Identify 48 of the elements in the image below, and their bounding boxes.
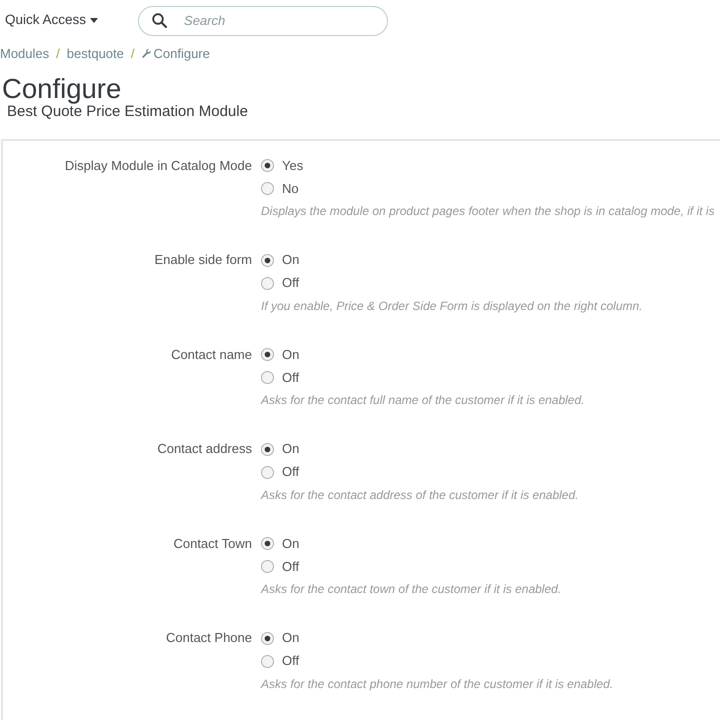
search-field[interactable]: Search	[138, 6, 388, 36]
radio-option[interactable]: No	[261, 177, 299, 200]
help-text: If you enable, Price & Order Side Form is displayed on the right column.	[261, 298, 643, 314]
page-subtitle: Best Quote Price Estimation Module	[7, 103, 248, 120]
help-text: Asks for the contact town of the customer if it is enabled.	[261, 581, 562, 598]
help-text: Asks for the contact full name of the customer if it is enabled.	[261, 392, 584, 409]
radio-selected-icon[interactable]	[261, 254, 274, 266]
radio-selected-icon[interactable]	[261, 632, 274, 644]
breadcrumb-separator: /	[56, 45, 60, 64]
page-title: Configure	[2, 74, 122, 103]
setting-label: Contact Phone	[166, 629, 252, 648]
help-text: Asks for the contact address of the customer if it is enabled.	[261, 486, 578, 504]
setting-label: Contact address	[157, 440, 252, 458]
radio-option[interactable]: On	[261, 343, 300, 366]
radio-icon[interactable]	[261, 276, 274, 290]
quick-access-button[interactable]: Quick Access	[5, 10, 98, 31]
radio-icon[interactable]	[261, 371, 274, 384]
setting-label: Contact Town	[173, 534, 252, 553]
caret-icon	[90, 18, 98, 23]
radio-option[interactable]: Off	[261, 650, 300, 672]
wrench-icon	[142, 49, 150, 59]
radio-option[interactable]: Off	[261, 366, 300, 389]
setting-label: Display Module in Catalog Mode	[64, 156, 252, 175]
radio-icon[interactable]	[261, 466, 274, 478]
radio-option[interactable]: Off	[261, 272, 300, 294]
radio-option[interactable]: On	[261, 438, 300, 460]
radio-icon[interactable]	[261, 560, 274, 573]
breadcrumb-current: Configure	[154, 45, 210, 64]
search-icon	[152, 12, 168, 28]
radio-option[interactable]: Yes	[261, 154, 304, 177]
radio-option[interactable]: On	[261, 532, 300, 555]
breadcrumb-link[interactable]: bestquote	[66, 44, 124, 64]
radio-option[interactable]: Off	[261, 460, 300, 484]
setting-label: Contact name	[171, 346, 252, 364]
radio-selected-icon[interactable]	[261, 442, 274, 456]
radio-icon[interactable]	[261, 654, 274, 668]
radio-selected-icon[interactable]	[261, 159, 274, 172]
radio-icon[interactable]	[261, 182, 274, 195]
setting-label: Enable side form	[154, 251, 252, 270]
breadcrumb-separator: /	[130, 45, 134, 64]
help-text: Displays the module on product pages footer when the shop is in catalog mode, if it is	[261, 203, 715, 220]
radio-selected-icon[interactable]	[261, 537, 274, 550]
radio-option[interactable]: On	[261, 248, 300, 272]
help-text: Asks for the contact phone number of the customer if it is enabled.	[261, 676, 614, 692]
radio-option[interactable]: Off	[261, 555, 300, 578]
breadcrumb-link[interactable]: Modules	[0, 44, 50, 64]
radio-selected-icon[interactable]	[261, 348, 274, 361]
radio-option[interactable]: On	[261, 626, 300, 650]
